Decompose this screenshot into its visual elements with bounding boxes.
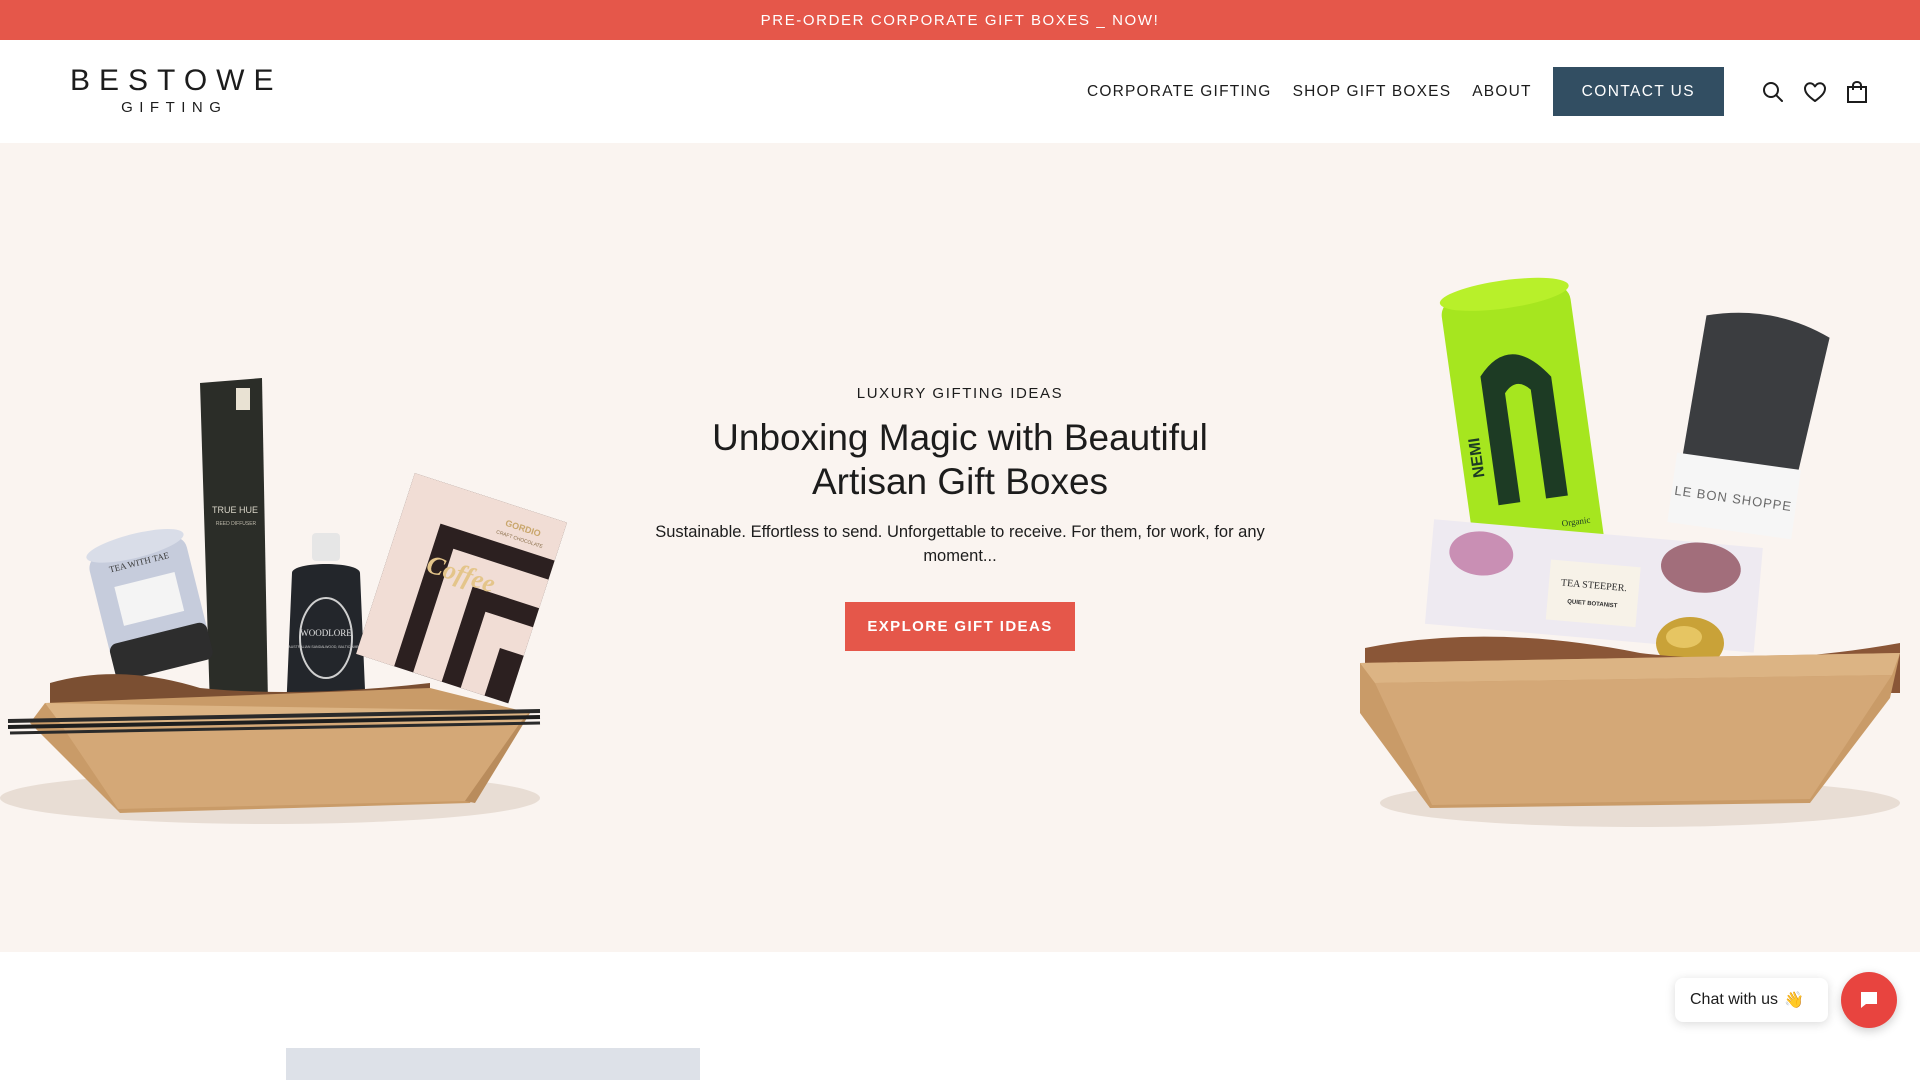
gift-box-image-left: TRUE HUE REED DIFFUSER TEA WITH TAE WOOD…	[0, 378, 567, 824]
bag-icon[interactable]	[1844, 79, 1870, 105]
diffuser-label: TRUE HUE	[212, 505, 258, 515]
hero-title: Unboxing Magic with Beautiful Artisan Gi…	[712, 416, 1208, 502]
site-header: BESTOWE GIFTING CORPORATE GIFTING SHOP G…	[0, 40, 1920, 143]
logo[interactable]: BESTOWE GIFTING	[66, 65, 282, 117]
announcement-bar[interactable]: PRE-ORDER CORPORATE GIFT BOXES _ NOW!	[0, 0, 1920, 40]
hero-section: TRUE HUE REED DIFFUSER TEA WITH TAE WOOD…	[0, 143, 1920, 952]
chat-label: Chat with us	[1690, 991, 1779, 1008]
announcement-text[interactable]: PRE-ORDER CORPORATE GIFT BOXES _ NOW!	[761, 12, 1160, 29]
hero-subtitle: Sustainable. Effortless to send. Unforge…	[655, 522, 1265, 565]
nav-corporate-gifting[interactable]: CORPORATE GIFTING	[1087, 83, 1272, 101]
contact-us-button[interactable]: CONTACT US	[1552, 67, 1724, 116]
logo-subline: GIFTING	[121, 99, 228, 116]
nav-shop-gift-boxes[interactable]: SHOP GIFT BOXES	[1293, 83, 1452, 101]
wave-emoji: 👋	[1784, 992, 1804, 1009]
heart-icon[interactable]	[1802, 79, 1828, 105]
search-icon[interactable]	[1760, 79, 1786, 105]
logo-wordmark: BESTOWE	[70, 64, 283, 97]
gift-box-image-right: NEMI Organic LE BON SHOPPE TEA STEEPER. …	[1360, 277, 1900, 827]
chat-bubble-icon[interactable]	[1841, 972, 1897, 1028]
bottle-sublabel: AUSTRALIAN SANDALWOOD, BALTIC AMBER	[288, 645, 364, 649]
bottle-label: WOODLORE	[300, 628, 352, 638]
explore-gift-ideas-button[interactable]: EXPLORE GIFT IDEAS	[845, 601, 1075, 651]
chat-prompt[interactable]: Chat with us 👋	[1675, 978, 1828, 1022]
diffuser-sublabel: REED DIFFUSER	[216, 521, 257, 527]
nav-about[interactable]: ABOUT	[1472, 83, 1531, 101]
hero-eyebrow: LUXURY GIFTING IDEAS	[856, 384, 1064, 402]
featured-card[interactable]	[286, 1048, 700, 1080]
main-nav: CORPORATE GIFTING SHOP GIFT BOXES ABOUT …	[1087, 67, 1870, 116]
hero-content: LUXURY GIFTING IDEAS Unboxing Magic with…	[640, 143, 1280, 952]
